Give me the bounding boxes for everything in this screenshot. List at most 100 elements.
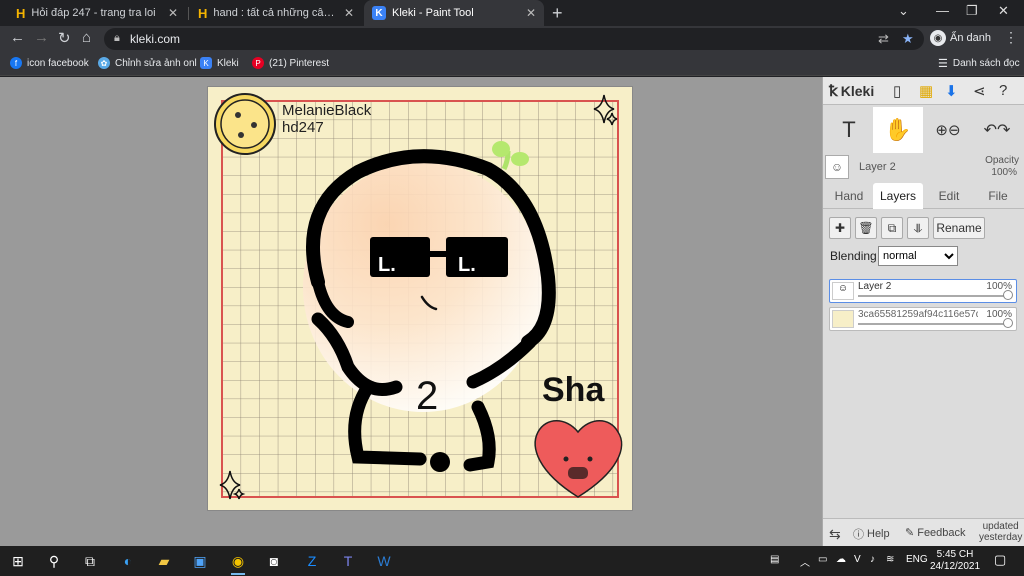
opacity-label: Opacity <box>985 155 1019 166</box>
share-icon[interactable]: ⋖ <box>973 82 986 100</box>
update-line-2: yesterday <box>979 532 1023 543</box>
cloud-icon[interactable]: ☁ <box>836 554 846 565</box>
save-icon[interactable]: ▦ <box>919 82 933 100</box>
bookmark-photo-editor[interactable]: ✿ Chỉnh sửa ảnh onl <box>98 57 197 69</box>
artist-handle: hd247 <box>282 119 324 136</box>
moon-icon <box>214 93 276 155</box>
layer-name: 3ca65581259af94c116e57d6 <box>858 309 978 320</box>
teams-icon[interactable]: T <box>338 551 358 571</box>
feedback-label: Feedback <box>917 526 966 539</box>
merge-layer-button[interactable]: ⥥ <box>907 217 929 239</box>
minimize-icon[interactable]: — <box>936 3 949 18</box>
zoom-icon[interactable]: ⊕⊖ <box>929 107 967 153</box>
incognito-profile[interactable]: ◉ Ẩn danh <box>930 30 991 46</box>
close-window-icon[interactable]: ✕ <box>998 3 1009 19</box>
new-tab-icon[interactable]: + <box>552 3 563 24</box>
layer-item[interactable]: ☺ Layer 2 100% <box>829 279 1017 303</box>
camera-icon[interactable]: ◙ <box>264 551 284 571</box>
artist-name: MelanieBlack <box>282 102 372 119</box>
address-bar[interactable]: 🔒︎ kleki.com ⇄ ★ <box>104 28 924 50</box>
store-icon[interactable]: ▣ <box>190 551 210 571</box>
layer-opacity-slider[interactable] <box>858 295 1008 297</box>
bookmark-icon-facebook[interactable]: f icon facebook <box>10 57 89 69</box>
forward-icon[interactable]: → <box>34 29 49 46</box>
panel-footer: ⇆ ⓘ Help ✎ Feedback updated yesterday <box>823 518 1024 546</box>
restore-icon[interactable]: ❐ <box>966 3 978 19</box>
tray-v-icon[interactable]: V <box>854 554 861 565</box>
feedback-icon: ✎ <box>905 527 915 539</box>
battery-icon[interactable]: ▭ <box>818 554 827 565</box>
help-link[interactable]: ⓘ Help <box>853 526 890 542</box>
tab-search-icon[interactable]: ⌄ <box>898 3 909 19</box>
new-image-icon[interactable]: ▯ <box>893 82 901 100</box>
photo-editor-icon: ✿ <box>98 57 110 69</box>
reading-list[interactable]: ☰ Danh sách đọc <box>938 57 1020 70</box>
duplicate-layer-button[interactable]: ⧉ <box>881 217 903 239</box>
panel-header: ꝁ Kleki ▯ ▦ ⬇ ⋖ ? <box>823 77 1024 105</box>
bookmark-kleki[interactable]: K Kleki <box>200 57 239 69</box>
close-icon[interactable]: ✕ <box>526 6 536 20</box>
task-view-icon[interactable]: ⧉ <box>80 551 100 571</box>
drawing-canvas[interactable]: MelanieBlack hd247 L. L. 2 Sha <box>208 87 632 510</box>
bookmark-star-icon[interactable]: ★ <box>902 31 914 47</box>
delete-layer-button[interactable]: 🗑︎ <box>855 217 877 239</box>
home-icon[interactable]: ⌂ <box>82 29 91 46</box>
show-hidden-icons-icon[interactable]: ︿ <box>800 554 810 569</box>
notification-icon[interactable]: ▢ <box>994 552 1006 568</box>
file-explorer-icon[interactable]: ▰ <box>154 551 174 571</box>
url-text[interactable]: kleki.com <box>130 32 180 46</box>
translate-icon[interactable]: ⇄ <box>878 31 889 47</box>
close-icon[interactable]: ✕ <box>168 6 178 20</box>
slider-handle[interactable] <box>1003 290 1013 300</box>
update-note[interactable]: updated yesterday <box>979 521 1022 543</box>
language-indicator[interactable]: ENG <box>906 554 928 565</box>
windows-taskbar: ⊞ ⚲ ⧉ ◐ ▰ ▣ ◉ ◙ Z T W ▤ ︿ ▭ ☁ V ♪ ≋ ENG … <box>0 546 1024 576</box>
swap-panel-icon[interactable]: ⇆ <box>829 526 841 543</box>
bookmark-pinterest[interactable]: P (21) Pinterest <box>252 57 329 69</box>
tray-app-icon[interactable]: ▤ <box>770 554 779 565</box>
bookmark-label: Chỉnh sửa ảnh onl <box>115 57 197 69</box>
windows-start-icon[interactable]: ⊞ <box>8 551 28 571</box>
hoidap-favicon-icon: H <box>198 5 208 21</box>
help-icon[interactable]: ? <box>999 82 1007 99</box>
rename-button[interactable]: Rename <box>933 217 985 239</box>
volume-icon[interactable]: ♪ <box>870 554 875 565</box>
tab-strip: H Hỏi đáp 247 - trang tra loi ✕ H hand :… <box>0 0 1024 26</box>
tab-file[interactable]: File <box>975 183 1021 209</box>
chrome-icon[interactable]: ◉ <box>228 551 248 575</box>
current-layer-preview: ☺ Layer 2 Opacity 100% <box>825 155 1023 181</box>
layer-item[interactable]: 3ca65581259af94c116e57d6 100% <box>829 307 1017 331</box>
slider-handle[interactable] <box>1003 318 1013 328</box>
word-icon[interactable]: W <box>374 551 394 571</box>
kleki-logo[interactable]: ꝁ Kleki <box>829 82 874 100</box>
feedback-link[interactable]: ✎ Feedback <box>905 526 966 540</box>
tab-title: Hỏi đáp 247 - trang tra loi <box>31 7 156 19</box>
tab-hoidap[interactable]: H Hỏi đáp 247 - trang tra loi ✕ <box>8 0 186 26</box>
tab-title: Kleki - Paint Tool <box>392 7 474 19</box>
hand-tool-icon[interactable]: ✋ <box>873 107 923 153</box>
text-tool-icon[interactable]: T <box>829 107 869 153</box>
layer-opacity-slider[interactable] <box>858 323 1008 325</box>
edge-icon[interactable]: ◐ <box>118 551 138 571</box>
tab-kleki[interactable]: K Kleki - Paint Tool ✕ <box>364 0 544 26</box>
back-icon[interactable]: ← <box>10 29 25 46</box>
add-layer-button[interactable]: ✚ <box>829 217 851 239</box>
wifi-icon[interactable]: ≋ <box>886 554 894 565</box>
tab-layers[interactable]: Layers <box>873 183 923 209</box>
search-icon[interactable]: ⚲ <box>44 551 64 571</box>
layer-thumbnail: ☺ <box>825 155 849 179</box>
close-icon[interactable]: ✕ <box>344 6 354 20</box>
blending-select[interactable]: normal <box>878 246 958 266</box>
tab-edit[interactable]: Edit <box>927 183 971 209</box>
facebook-icon: f <box>10 57 22 69</box>
tab-hand[interactable]: H hand : tất cả những câu hỏi đó là ✕ <box>190 0 362 26</box>
zalo-icon[interactable]: Z <box>302 551 322 571</box>
more-menu-icon[interactable]: ⋮ <box>1004 29 1018 46</box>
reload-icon[interactable]: ↻ <box>58 29 71 47</box>
download-icon[interactable]: ⬇ <box>945 82 958 100</box>
hoidap-favicon-icon: H <box>16 5 26 21</box>
browser-toolbar: ← → ↻ ⌂ 🔒︎ kleki.com ⇄ ★ ◉ Ẩn danh ⋮ <box>0 26 1024 52</box>
clock[interactable]: 5:45 CH 24/12/2021 <box>930 549 980 573</box>
undo-redo-icon[interactable]: ↶↷ <box>975 107 1019 153</box>
tab-hand[interactable]: Hand <box>827 183 871 209</box>
